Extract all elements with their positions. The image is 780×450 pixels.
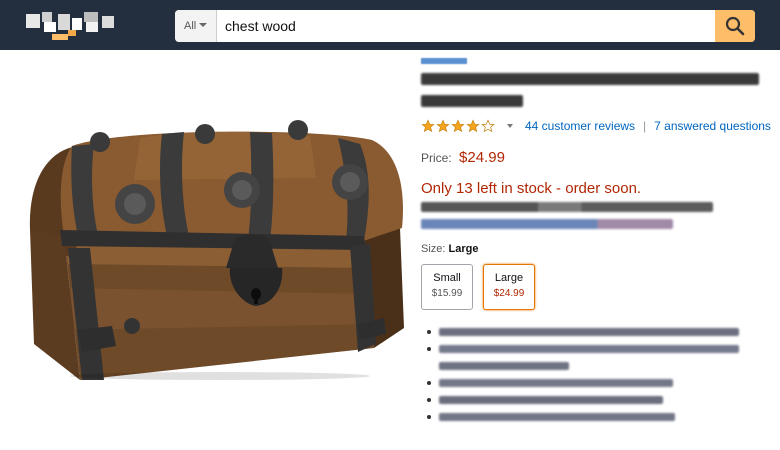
price-amount: $24.99 — [459, 149, 505, 166]
search-bar: All — [175, 10, 755, 42]
size-label-text: Size: — [421, 243, 446, 255]
search-input[interactable] — [225, 10, 705, 42]
bullet-dot — [427, 415, 431, 419]
bullet-dot — [427, 347, 431, 351]
search-button[interactable] — [715, 10, 755, 42]
list-item — [421, 358, 773, 375]
product-title-blurred — [421, 70, 773, 114]
rating-row: 44 customer reviews | 7 answered questio… — [421, 118, 773, 134]
star-icon — [466, 119, 480, 133]
blurred-text — [439, 328, 739, 336]
list-item — [421, 409, 773, 426]
search-category-dropdown[interactable]: All — [175, 10, 217, 42]
star-icon — [421, 119, 435, 133]
site-logo[interactable] — [22, 8, 120, 42]
star-icon — [451, 119, 465, 133]
list-item — [421, 392, 773, 409]
chevron-down-icon — [199, 23, 208, 27]
search-category-label: All — [184, 20, 197, 32]
brand-link-blurred[interactable] — [421, 54, 773, 68]
bullet-dot — [427, 381, 431, 385]
list-item — [421, 324, 773, 341]
size-option-name: Large — [494, 272, 524, 284]
size-option-small[interactable]: Small $15.99 — [421, 264, 473, 310]
blurred-text — [439, 345, 739, 353]
product-image[interactable] — [20, 118, 412, 380]
blurred-text — [439, 379, 673, 387]
answered-questions-link[interactable]: 7 answered questions — [654, 119, 771, 133]
blurred-text — [439, 362, 569, 370]
blurred-text — [439, 396, 663, 404]
chevron-down-icon[interactable] — [507, 124, 513, 128]
stock-status: Only 13 left in stock - order soon. — [421, 180, 642, 197]
list-item — [421, 375, 773, 392]
size-selected-value: Large — [448, 243, 479, 255]
top-navigation-bar: All — [0, 0, 780, 50]
star-icon — [436, 119, 450, 133]
size-option-name: Small — [433, 272, 461, 284]
bullet-dot — [427, 330, 431, 334]
shipping-info-blurred — [421, 202, 773, 229]
product-details: 44 customer reviews | 7 answered questio… — [421, 54, 773, 426]
search-icon — [725, 16, 745, 36]
star-rating[interactable] — [421, 119, 496, 133]
size-option-large[interactable]: Large $24.99 — [483, 264, 535, 310]
separator: | — [643, 119, 647, 133]
list-item — [421, 341, 773, 358]
star-empty-icon — [481, 119, 495, 133]
customer-reviews-link[interactable]: 44 customer reviews — [525, 119, 635, 133]
size-option-price: $15.99 — [431, 288, 463, 299]
bullet-dot — [427, 398, 431, 402]
size-options: Small $15.99 Large $24.99 — [421, 264, 773, 310]
price-label: Price: — [421, 151, 452, 165]
blurred-text — [439, 413, 675, 421]
size-option-price: $24.99 — [493, 288, 525, 299]
size-label: Size: Large — [421, 243, 773, 255]
price-row: Price: $24.99 — [421, 149, 773, 166]
feature-bullets-blurred — [421, 324, 773, 426]
